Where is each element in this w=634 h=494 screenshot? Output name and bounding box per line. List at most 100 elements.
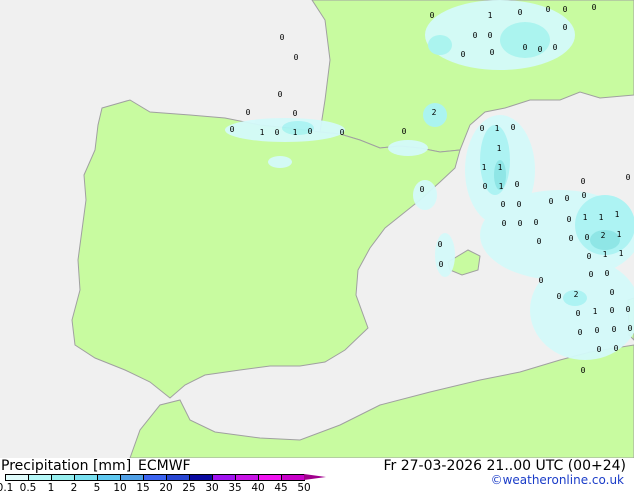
color-scale-box — [97, 474, 121, 481]
precip-value-label: 2 — [432, 108, 437, 117]
precip-value-label: 0 — [563, 23, 568, 32]
precip-value-label: 0 — [340, 128, 345, 137]
precip-value-label: 0 — [595, 326, 600, 335]
precip-value-label: 0 — [473, 31, 478, 40]
color-scale-tick: 45 — [274, 482, 288, 494]
color-scale-box — [212, 474, 236, 481]
precip-value-label: 0 — [581, 177, 586, 186]
precip-value-label: 1 — [603, 250, 608, 259]
precip-value-label: 0 — [565, 194, 570, 203]
precip-value-label: 0 — [537, 237, 542, 246]
precip-value-label: 1 — [619, 249, 624, 258]
precip-value-label: 0 — [461, 50, 466, 59]
precip-value-label: 1 — [583, 213, 588, 222]
precip-value-label: 0 — [518, 8, 523, 17]
color-scale-box — [120, 474, 144, 481]
precip-value-label: 1 — [495, 124, 500, 133]
credit-link[interactable]: ©weatheronline.co.uk — [491, 473, 624, 487]
color-scale-box — [235, 474, 259, 481]
precip-value-label: 0 — [308, 127, 313, 136]
precip-value-label: 0 — [278, 90, 283, 99]
precip-value-label: 0 — [626, 173, 631, 182]
color-scale-box — [143, 474, 167, 481]
valid-datetime: Fr 27-03-2026 21..00 UTC (00+24) — [383, 458, 626, 474]
precip-value-label: 0 — [578, 328, 583, 337]
precip-value-label: 0 — [430, 11, 435, 20]
precip-value-label: 0 — [549, 197, 554, 206]
precip-value-label: 0 — [626, 305, 631, 314]
precip-value-label: 1 — [599, 213, 604, 222]
precip-value-label: 0 — [439, 260, 444, 269]
precip-value-label: 0 — [614, 344, 619, 353]
precip-value-label: 0 — [490, 48, 495, 57]
precip-value-label: 0 — [563, 5, 568, 14]
precip-value-label: 0 — [294, 53, 299, 62]
precip-value-label: 0 — [420, 185, 425, 194]
precip-value-label: 0 — [605, 269, 610, 278]
color-scale-tick: 40 — [251, 482, 265, 494]
precip-value-label: 0 — [483, 182, 488, 191]
precip-value-label: 0 — [597, 345, 602, 354]
precip-value-label: 0 — [589, 270, 594, 279]
precip-value-label: 1 — [593, 307, 598, 316]
color-scale-tick: 1 — [47, 482, 55, 494]
precip-value-label: 0 — [501, 200, 506, 209]
precip-value-label: 0 — [567, 215, 572, 224]
precip-value-label: 0 — [592, 3, 597, 12]
precip-value-label: 0 — [539, 276, 544, 285]
precip-value-label: 2 — [574, 290, 579, 299]
precip-value-label: 0 — [402, 127, 407, 136]
precip-value-label: 0 — [582, 191, 587, 200]
color-scale-tick: 10 — [113, 482, 127, 494]
color-scale-box — [51, 474, 75, 481]
precip-value-label: 1 — [499, 182, 504, 191]
color-scale-tick: 35 — [228, 482, 242, 494]
precip-value-label: 0 — [569, 234, 574, 243]
precip-value-label: 1 — [615, 210, 620, 219]
precip-value-label: 0 — [502, 219, 507, 228]
color-scale-tick: 2 — [70, 482, 78, 494]
color-scale-tick: 5 — [93, 482, 101, 494]
color-scale-box — [5, 474, 29, 481]
precip-value-label: 0 — [538, 45, 543, 54]
precip-value-label: 0 — [438, 240, 443, 249]
precip-value-label: 0 — [246, 108, 251, 117]
color-scale-tick: 25 — [182, 482, 196, 494]
precip-value-label: 0 — [534, 218, 539, 227]
precip-value-label: 0 — [515, 180, 520, 189]
legend-title: Precipitation [mm] — [1, 458, 132, 474]
color-scale-box — [74, 474, 98, 481]
precip-value-label: 1 — [498, 163, 503, 172]
precip-value-label: 0 — [280, 33, 285, 42]
precip-value-label: 0 — [517, 200, 522, 209]
precip-value-label: 0 — [553, 43, 558, 52]
color-scale-tick: 0.1 — [0, 482, 14, 494]
precip-value-label: 0 — [610, 306, 615, 315]
precip-value-label: 1 — [488, 11, 493, 20]
precip-value-label: 1 — [293, 128, 298, 137]
precip-value-label: 0 — [628, 324, 633, 333]
precip-value-label: 0 — [275, 128, 280, 137]
precip-value-label: 0 — [587, 252, 592, 261]
precip-value-label: 0 — [576, 309, 581, 318]
color-scale-box — [189, 474, 213, 481]
color-scale-tick: 30 — [205, 482, 219, 494]
precip-value-label: 0 — [511, 123, 516, 132]
precip-value-label: 0 — [585, 233, 590, 242]
color-scale-arrow — [304, 474, 326, 480]
color-scale-box — [166, 474, 190, 481]
precip-value-label: 0 — [557, 292, 562, 301]
precip-value-label: 0 — [612, 325, 617, 334]
precip-value-label: 1 — [260, 128, 265, 137]
precip-value-label: 1 — [497, 144, 502, 153]
color-scale-box — [281, 474, 305, 481]
precip-value-label: 0 — [610, 288, 615, 297]
color-scale-box — [28, 474, 52, 481]
precipitation-map: 1 0 0 0 0 0 0 0 0 0 0 0 0 0 0 0 0 0 0 0 1 0 1 0 0 0 2 0 1 0 1 1 1 0 1 0 0 0 0 0… — [0, 0, 634, 458]
precip-value-label: 2 — [601, 231, 606, 240]
precip-value-label: 0 — [523, 43, 528, 52]
precip-value-label: 0 — [230, 125, 235, 134]
precip-value-label: 0 — [480, 124, 485, 133]
precip-value-label: 0 — [488, 31, 493, 40]
precip-value-label: 1 — [617, 230, 622, 239]
